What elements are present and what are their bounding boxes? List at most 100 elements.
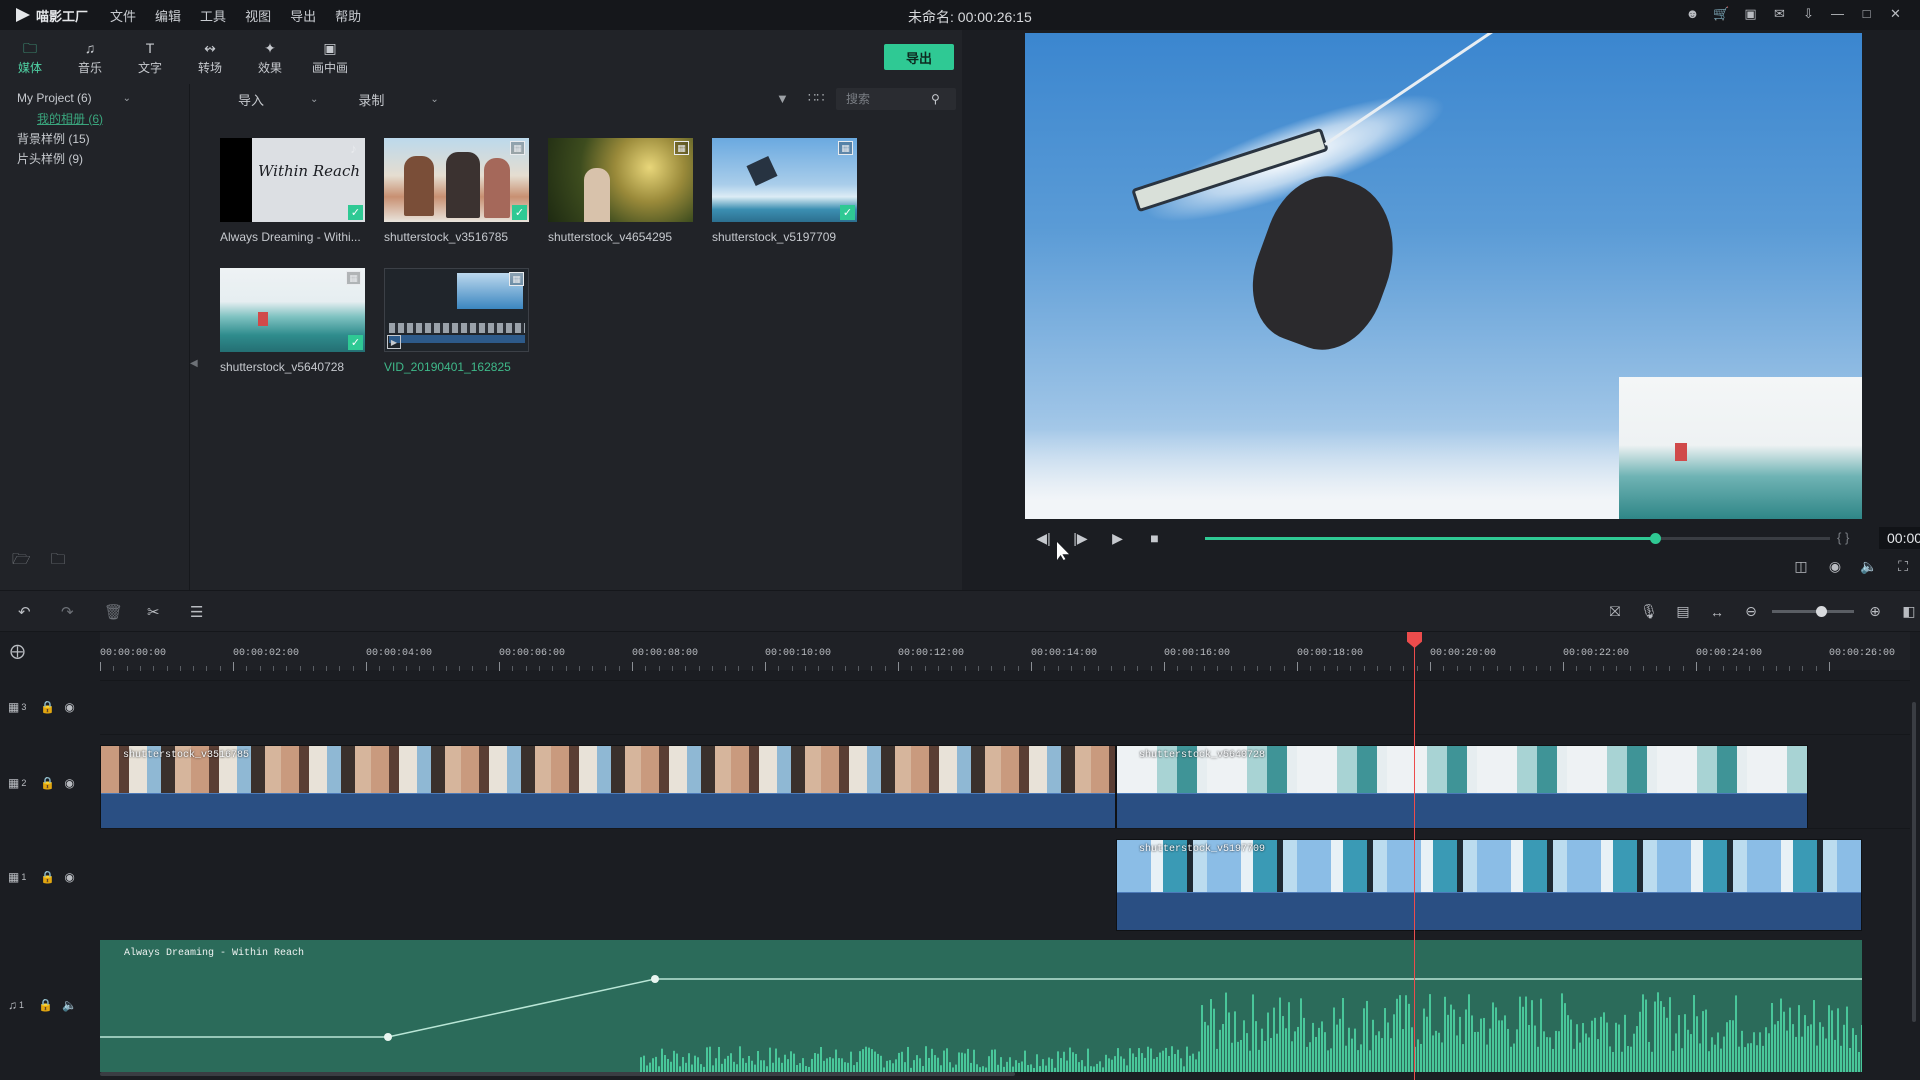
fullscreen-icon[interactable]: ⛶: [1886, 558, 1920, 575]
save-icon[interactable]: ▣: [1736, 6, 1765, 22]
fit-to-window-icon[interactable]: ↔: [1700, 604, 1734, 620]
stop-icon[interactable]: ■: [1136, 530, 1173, 546]
eye-icon[interactable]: ◉: [64, 870, 74, 884]
lock-icon[interactable]: 🔒: [40, 870, 55, 884]
redo-icon[interactable]: ↷: [61, 603, 104, 621]
collapse-left-icon[interactable]: ◀: [190, 358, 198, 369]
zoom-slider[interactable]: [1772, 606, 1854, 617]
waveform-bar: [1825, 1038, 1827, 1072]
video-clip[interactable]: shutterstock_v5197709: [1116, 839, 1862, 931]
menu-view[interactable]: 视图: [245, 6, 271, 25]
volume-icon[interactable]: 🔈: [1852, 558, 1886, 575]
video-clip[interactable]: shutterstock_v3516785: [100, 745, 1116, 829]
picture-in-picture-overlay[interactable]: [1619, 377, 1862, 519]
timeline-vertical-scrollbar[interactable]: [1912, 702, 1916, 1022]
tree-item-bg-samples[interactable]: 背景样例 (15): [0, 128, 189, 148]
snapshot-icon[interactable]: ◉: [1818, 558, 1852, 575]
delete-folder-icon[interactable]: 🗀: [51, 549, 66, 574]
tab-effects[interactable]: ✦ 效果: [240, 30, 300, 84]
video-track-2[interactable]: shutterstock_v3516785 shutterstock_v5640…: [100, 734, 1910, 829]
close-icon[interactable]: ✕: [1881, 6, 1910, 22]
volume-keyframe: [384, 1033, 392, 1041]
new-folder-icon[interactable]: 🗁: [12, 549, 31, 574]
cut-icon[interactable]: ✂: [147, 603, 190, 621]
play-icon[interactable]: ▶: [1099, 530, 1136, 547]
zoom-out-icon[interactable]: ⊖: [1734, 603, 1768, 620]
timeline-horizontal-scrollbar[interactable]: [100, 1072, 1015, 1076]
waveform-bar: [1471, 1015, 1473, 1072]
tab-text[interactable]: T 文字: [120, 30, 180, 84]
waveform-bar: [1690, 1034, 1692, 1072]
media-item[interactable]: Within Reach ♪ ✓ Always Dreaming - Withi…: [220, 138, 365, 244]
microphone-icon[interactable]: 🎙: [1632, 603, 1666, 620]
filter-icon[interactable]: ▼: [776, 91, 789, 106]
tab-transition[interactable]: ↭ 转场: [180, 30, 240, 84]
lock-icon[interactable]: 🔒: [40, 700, 55, 714]
video-clip[interactable]: shutterstock_v5640728: [1116, 745, 1808, 829]
zoom-in-icon[interactable]: ⊕: [1858, 603, 1892, 620]
media-item[interactable]: ▦ ▶ VID_20190401_162825: [384, 268, 529, 374]
ruler-tick-label: 00:00:22:00: [1563, 648, 1630, 659]
video-badge-icon: ▦: [510, 141, 525, 155]
search-icon[interactable]: ⚲: [931, 92, 940, 106]
menu-tools[interactable]: 工具: [200, 6, 226, 25]
tree-item-intro-samples[interactable]: 片头样例 (9): [0, 148, 189, 168]
in-out-marks-icon[interactable]: { }: [1837, 530, 1849, 545]
lock-icon[interactable]: 🔒: [40, 776, 55, 790]
minimize-icon[interactable]: —: [1823, 6, 1852, 22]
panel-layout-icon[interactable]: ◧: [1892, 603, 1920, 620]
waveform-bar: [1366, 1000, 1368, 1072]
mail-icon[interactable]: ✉: [1765, 6, 1794, 22]
download-icon[interactable]: ⇩: [1794, 6, 1823, 22]
video-track-1[interactable]: shutterstock_v5197709: [100, 828, 1910, 940]
media-item[interactable]: ▦ ✓ shutterstock_v5640728: [220, 268, 365, 374]
chevron-down-icon[interactable]: ⌄: [123, 93, 131, 104]
tree-item-project[interactable]: My Project (6) ⌄: [0, 88, 189, 108]
undo-icon[interactable]: ↶: [18, 603, 61, 621]
display-settings-icon[interactable]: ◫: [1784, 558, 1818, 575]
previous-frame-icon[interactable]: ◀|: [1025, 530, 1062, 547]
eye-icon[interactable]: ◉: [64, 776, 74, 790]
tree-item-album[interactable]: 我的相册 (6): [0, 108, 189, 128]
preview-progress-bar[interactable]: [1205, 533, 1830, 544]
add-track-icon[interactable]: ⨁: [10, 642, 25, 660]
time-ruler[interactable]: 00:00:00:00 00:00:02:00 00:00:04:00 00:00:0…: [100, 632, 1910, 671]
menu-edit[interactable]: 编辑: [155, 6, 181, 25]
record-dropdown[interactable]: 录制 ⌄: [358, 90, 438, 109]
waveform-bar: [817, 1053, 819, 1072]
export-button[interactable]: 导出: [884, 44, 954, 70]
video-preview[interactable]: [1025, 33, 1862, 519]
audio-clip[interactable]: Always Dreaming - Within Reach: [100, 940, 1862, 1072]
tab-pip[interactable]: ▣ 画中画: [300, 30, 360, 84]
media-item[interactable]: ▦ ✓ shutterstock_v5197709: [712, 138, 857, 244]
search-input[interactable]: [836, 92, 931, 106]
video-track-3[interactable]: [100, 680, 1910, 734]
zoom-slider-handle[interactable]: [1816, 606, 1828, 617]
progress-handle[interactable]: [1650, 533, 1661, 544]
menu-file[interactable]: 文件: [110, 6, 136, 25]
eye-icon[interactable]: ◉: [64, 700, 74, 714]
media-item[interactable]: ▦ shutterstock_v4654295: [548, 138, 693, 244]
marker-icon[interactable]: ⛝: [1598, 603, 1632, 620]
user-icon[interactable]: ☻: [1678, 6, 1707, 22]
media-item[interactable]: ▦ ✓ shutterstock_v3516785: [384, 138, 529, 244]
ruler-tick: [1549, 666, 1551, 671]
speaker-icon[interactable]: 🔈: [62, 998, 77, 1012]
menu-export[interactable]: 导出: [290, 6, 316, 25]
tab-music[interactable]: ♫ 音乐: [60, 30, 120, 84]
tab-media[interactable]: 🗀 媒体: [0, 30, 60, 84]
next-frame-icon[interactable]: |▶: [1062, 530, 1099, 547]
playhead[interactable]: [1407, 632, 1422, 1080]
menu-help[interactable]: 帮助: [335, 6, 361, 25]
delete-icon[interactable]: 🗑: [104, 603, 147, 621]
ruler-tick: [326, 666, 328, 671]
import-dropdown[interactable]: 导入 ⌄: [238, 90, 318, 109]
lock-icon[interactable]: 🔒: [38, 998, 53, 1012]
ruler-tick: [472, 666, 474, 671]
audio-mixer-icon[interactable]: ▤: [1666, 603, 1700, 620]
grid-view-icon[interactable]: ∷∷: [808, 90, 825, 106]
cart-icon[interactable]: 🛒: [1707, 6, 1736, 22]
maximize-icon[interactable]: □: [1852, 6, 1881, 22]
adjust-icon[interactable]: ☰: [190, 603, 233, 621]
waveform-bar: [1165, 1047, 1167, 1072]
